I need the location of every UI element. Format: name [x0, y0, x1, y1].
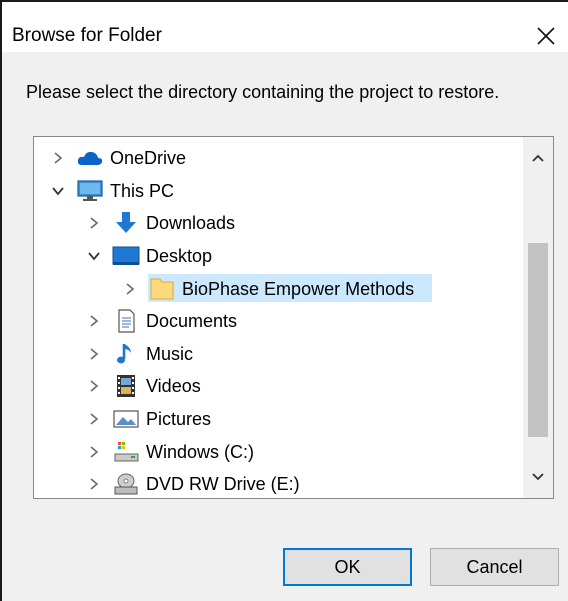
chevron-up-icon — [532, 154, 544, 162]
tree-item[interactable]: Pictures — [34, 403, 528, 436]
chevron-right-icon[interactable] — [86, 215, 102, 231]
tree-item[interactable]: Desktop — [34, 240, 528, 273]
tree-item-label: Desktop — [146, 246, 213, 267]
ok-button[interactable]: OK — [283, 548, 412, 586]
tree-item[interactable]: Downloads — [34, 207, 528, 240]
chevron-right-icon[interactable] — [86, 378, 102, 394]
folder-tree-list: OneDrive This PC Downloads Desktop BioPhase … — [34, 142, 528, 498]
download-arrow-icon — [112, 211, 140, 235]
tree-item[interactable]: This PC — [34, 175, 528, 208]
chevron-down-icon[interactable] — [86, 248, 102, 264]
scrollbar-thumb[interactable] — [528, 243, 548, 437]
tree-item-label: Videos — [146, 376, 201, 397]
picture-icon — [112, 407, 140, 431]
close-button[interactable] — [528, 20, 564, 52]
scroll-down-button[interactable] — [523, 461, 553, 493]
tree-item[interactable]: Windows (C:) — [34, 435, 528, 468]
computer-icon — [76, 179, 104, 203]
dialog-prompt: Please select the directory containing t… — [26, 82, 500, 102]
tree-item-label: Pictures — [146, 409, 212, 430]
tree-item[interactable]: Documents — [34, 305, 528, 338]
tree-item-label: BioPhase Empower Methods — [182, 278, 415, 299]
chevron-down-icon[interactable] — [50, 183, 66, 199]
tree-item-label: Windows (C:) — [146, 441, 255, 462]
cancel-button[interactable]: Cancel — [430, 548, 559, 586]
film-icon — [112, 374, 140, 398]
browse-for-folder-dialog: Browse for Folder Please select the dire… — [0, 0, 568, 601]
tree-item[interactable]: OneDrive — [34, 142, 528, 175]
desktop-icon — [112, 244, 140, 268]
tree-item[interactable]: BioPhase Empower Methods — [34, 272, 528, 305]
tree-item-label: This PC — [110, 180, 175, 201]
tree-item[interactable]: DVD RW Drive (E:) — [34, 468, 528, 498]
tree-item[interactable]: Music — [34, 338, 528, 371]
close-icon — [537, 27, 555, 45]
hard-drive-icon — [112, 440, 140, 464]
title-bar: Browse for Folder — [2, 2, 568, 52]
cloud-icon — [76, 146, 104, 170]
chevron-right-icon[interactable] — [122, 281, 138, 297]
scroll-up-button[interactable] — [523, 142, 553, 174]
dvd-drive-icon — [112, 472, 140, 496]
folder-tree[interactable]: OneDrive This PC Downloads Desktop BioPhase … — [33, 136, 554, 499]
chevron-right-icon[interactable] — [86, 313, 102, 329]
chevron-down-icon — [532, 473, 544, 481]
folder-icon — [148, 277, 176, 301]
chevron-right-icon[interactable] — [86, 346, 102, 362]
tree-item-label: DVD RW Drive (E:) — [146, 474, 300, 495]
chevron-right-icon[interactable] — [86, 411, 102, 427]
chevron-right-icon[interactable] — [86, 476, 102, 492]
tree-item-label: Documents — [146, 311, 238, 332]
music-note-icon — [112, 342, 140, 366]
tree-item-label: Music — [146, 343, 194, 364]
dialog-title: Browse for Folder — [12, 25, 162, 46]
tree-item[interactable]: Videos — [34, 370, 528, 403]
document-icon — [112, 309, 140, 333]
chevron-right-icon[interactable] — [50, 150, 66, 166]
tree-item-label: OneDrive — [110, 148, 187, 169]
tree-item-label: Downloads — [146, 213, 236, 234]
vertical-scrollbar[interactable] — [523, 137, 553, 498]
chevron-right-icon[interactable] — [86, 444, 102, 460]
